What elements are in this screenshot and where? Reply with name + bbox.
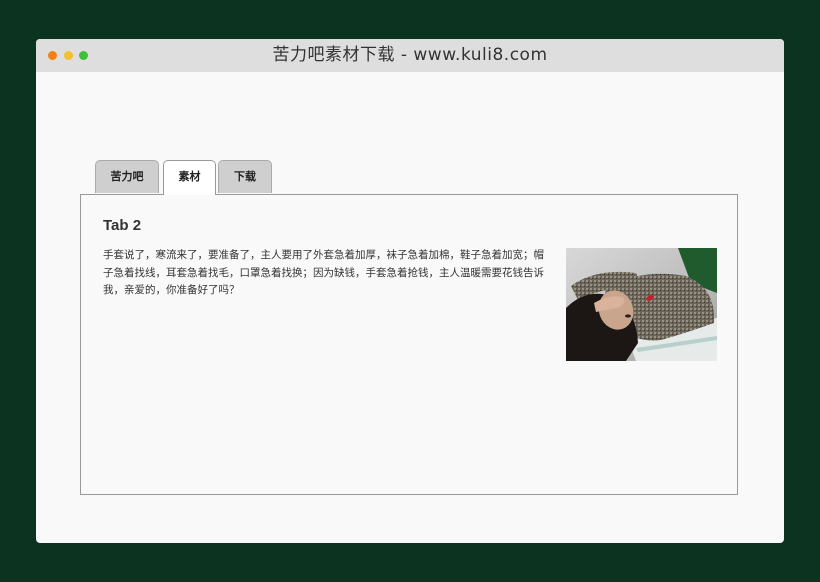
tab-panel: Tab 2 手套说了，寒流来了，要准备了，主人要用了外套急着加厚，袜子急着加棉，… — [80, 194, 738, 495]
panel-heading: Tab 2 — [103, 217, 142, 234]
window-title: 苦力吧素材下载 - www.kuli8.com — [272, 45, 548, 65]
tab-sucai[interactable]: 素材 — [163, 160, 216, 195]
title-bar: 苦力吧素材下载 - www.kuli8.com — [36, 39, 784, 72]
tab-download[interactable]: 下载 — [218, 160, 272, 193]
woman-photo — [566, 248, 717, 361]
tab-kuli8[interactable]: 苦力吧 — [95, 160, 159, 193]
panel-text: 手套说了，寒流来了，要准备了，主人要用了外套急着加厚，袜子急着加棉，鞋子急着加宽… — [103, 249, 544, 296]
browser-window: 苦力吧素材下载 - www.kuli8.com 苦力吧 素材 下载 Tab 2 … — [36, 39, 784, 543]
